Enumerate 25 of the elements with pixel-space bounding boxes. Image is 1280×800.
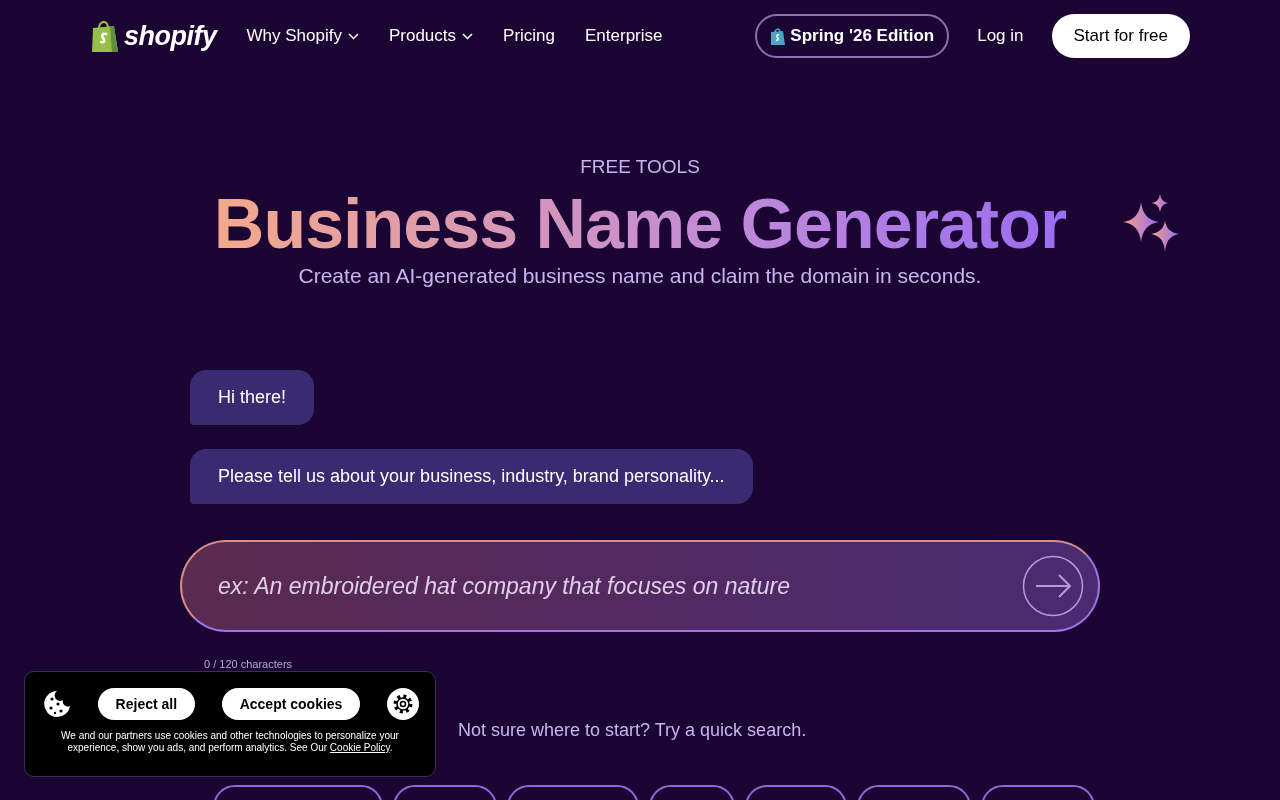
cookie-notice: We and our partners use cookies and other technologies to personalize your experience, show you ads, and perform analytics. See Our Cookie Policy. (60, 730, 400, 754)
cookie-icon (43, 690, 71, 718)
eyebrow-label: FREE TOOLS (579, 156, 701, 178)
reject-all-button[interactable]: Reject all (97, 688, 196, 720)
login-link[interactable]: Log in (977, 26, 1024, 46)
nav-link[interactable]: Enterprise (585, 26, 663, 46)
cookie-policy-link[interactable]: Cookie Policy (329, 742, 390, 753)
subtitle: Create an AI-generated business name and claim the domain in seconds. (297, 264, 983, 288)
chat-bubble: Hi there! (190, 370, 315, 425)
edition-button[interactable]: Spring '26 Edition (755, 14, 950, 58)
description-input[interactable]: ex: An embroidered hat company that focuses on nature (216, 571, 980, 601)
logo-wordmark[interactable]: shopify (124, 20, 217, 52)
character-counter: 0 / 120 characters (204, 658, 293, 670)
shopping-bag-icon (90, 18, 120, 54)
accept-cookies-button[interactable]: Accept cookies (221, 688, 361, 720)
nav-link[interactable]: Pricing (503, 26, 555, 46)
nav-link[interactable]: Products (388, 26, 474, 46)
input-frame[interactable]: ex: An embroidered hat company that focuses on nature (180, 540, 1100, 632)
submit-arrow-button[interactable] (1022, 555, 1084, 617)
shopping-bag-icon (770, 26, 787, 46)
start-free-button[interactable]: Start for free (1051, 14, 1190, 58)
settings-icon[interactable] (387, 688, 419, 720)
quick-search-prompt: Not sure where to start? Try a quick search. (458, 720, 807, 741)
nav-link[interactable]: Why Shopify (246, 26, 359, 46)
chat-bubble: Please tell us about your business, industry, brand personality... (190, 449, 753, 504)
